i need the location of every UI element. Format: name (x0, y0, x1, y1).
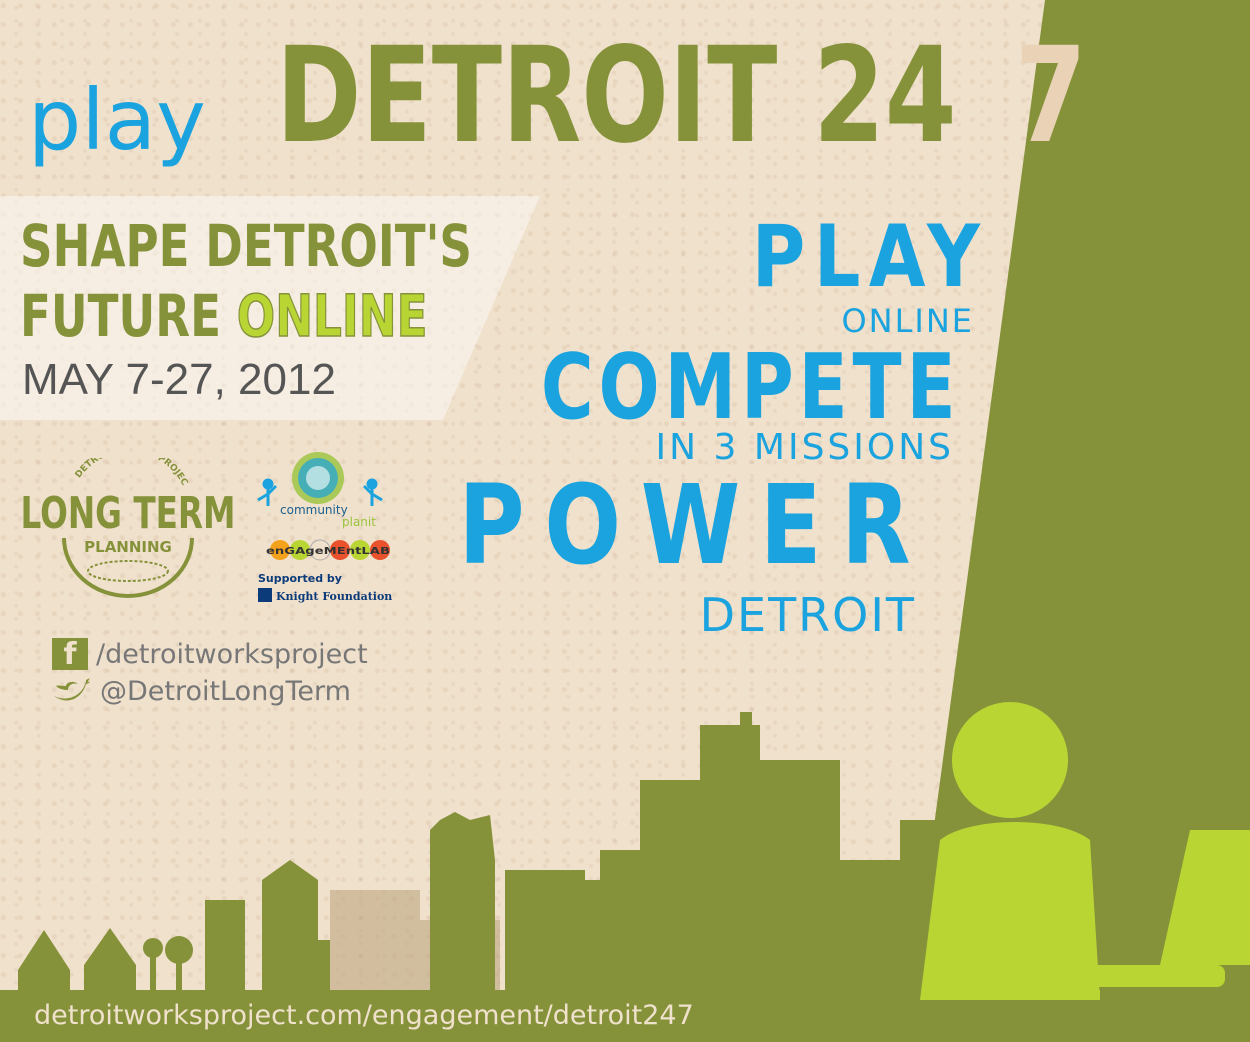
ltp-main-text: LONG TERM (21, 488, 236, 539)
svg-text:DETROIT WORKS PROJECT: DETROIT WORKS PROJECT (16, 458, 189, 488)
supported-by-text: Supported by (258, 572, 342, 585)
slogan-compete: COMPETE (540, 335, 960, 440)
community-text: community (280, 503, 348, 517)
facebook-link[interactable]: f /detroitworksproject (52, 638, 368, 670)
planit-text: planit (342, 515, 376, 529)
person-icon-left (257, 478, 278, 506)
slogan-online: ONLINE (841, 302, 974, 340)
slogan-play: PLAY (751, 207, 988, 307)
facebook-icon: f (52, 638, 88, 670)
poster: play DETROIT 24 7 SHAPE DETROIT'S FUTURE… (0, 0, 1250, 1042)
title-detroit-24: DETROIT 24 (276, 19, 957, 173)
tagline-line-1: SHAPE DETROIT'S (20, 212, 473, 280)
event-dates: MAY 7-27, 2012 (22, 355, 336, 404)
knight-logo-icon (258, 588, 272, 602)
partner-logos: community planit enGAgeMEntLAB Supported… (257, 452, 392, 603)
title-play-word: play (28, 71, 206, 169)
ltp-arc-text: DETROIT WORKS PROJECT (16, 458, 189, 488)
tagline-line-2: FUTURE ONLINE (20, 286, 428, 346)
slogan-detroit: DETROIT (699, 588, 916, 642)
ltp-sub-text: PLANNING (84, 538, 172, 556)
engagement-lab-text: enGAgeMEntLAB (266, 546, 390, 557)
skyline-illustration (0, 702, 1250, 1042)
footer-url[interactable]: detroitworksproject.com/engagement/detro… (34, 1002, 694, 1029)
person-icon-right (362, 478, 383, 506)
knight-foundation-text: Knight Foundation (276, 590, 392, 603)
facebook-handle: /detroitworksproject (96, 638, 368, 670)
tagline-online: ONLINE (236, 282, 428, 350)
long-term-planning-logo: DETROIT WORKS PROJECT LONG TERM PLANNING (16, 458, 236, 598)
skyline-buildings (18, 712, 960, 1000)
slogan-power: POWER (458, 461, 930, 589)
title-last-digit: 7 (1015, 19, 1087, 173)
person-at-computer-icon (920, 702, 1250, 1000)
tagline-future: FUTURE (20, 282, 237, 350)
